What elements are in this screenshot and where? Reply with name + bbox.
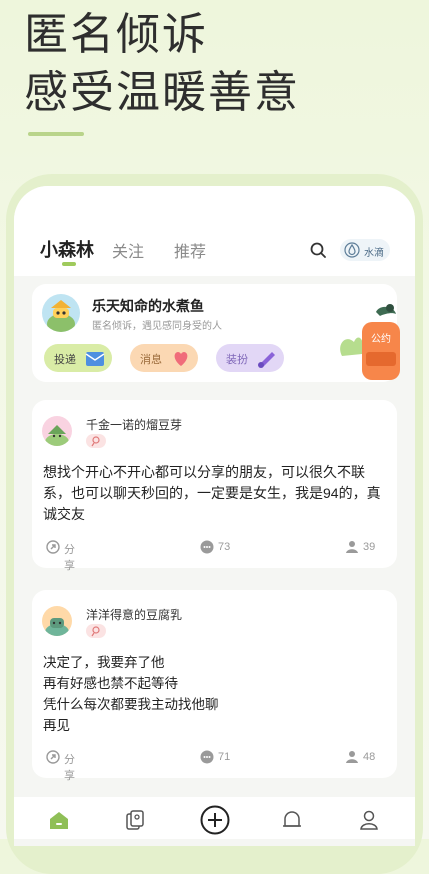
convention-mailbox[interactable]: 公约 [336, 284, 406, 384]
share-icon [46, 750, 60, 764]
comment-icon [200, 750, 214, 764]
add-icon[interactable] [200, 805, 230, 835]
water-drop-badge[interactable]: 水滴 [340, 239, 390, 261]
tab-indicator [62, 262, 76, 266]
hug-icon [346, 751, 358, 763]
avatar[interactable] [42, 416, 72, 446]
list-item[interactable]: 千金一诺的熘豆芽 想找个开心不开心都可以分享的朋友，可以很久不联系，也可以聊天秒… [32, 400, 397, 572]
post-author[interactable]: 洋洋得意的豆腐乳 [86, 606, 182, 623]
comment-icon [200, 540, 214, 554]
deliver-label: 投递 [54, 354, 76, 366]
home-icon[interactable] [48, 809, 70, 831]
comment-count: 73 [218, 541, 231, 553]
hero-line-1: 匿名倾诉 [24, 9, 208, 60]
search-icon[interactable] [310, 242, 326, 258]
dress-up-label: 装扮 [226, 354, 248, 366]
profile-icon[interactable] [358, 809, 380, 831]
list-item[interactable]: 洋洋得意的豆腐乳 决定了，我要弃了他 再有好感也禁不起等待 凭什么每次都要我主动… [32, 590, 397, 782]
hug-count: 39 [363, 541, 376, 553]
avatar[interactable] [42, 606, 72, 636]
top-nav: 小森林 关注 推荐 水滴 [14, 186, 415, 276]
post-content: 决定了，我要弃了他 再有好感也禁不起等待 凭什么每次都要我主动找他聊 再见 [43, 652, 388, 736]
app-screen: 小森林 关注 推荐 水滴 乐天知命的水煮鱼 匿名倾诉，遇见感同身受的人 投递 消… [14, 186, 415, 846]
hero-divider [28, 132, 84, 136]
profile-card: 乐天知命的水煮鱼 匿名倾诉，遇见感同身受的人 投递 消息 装扮 公约 [32, 284, 400, 382]
tab-recommend[interactable]: 推荐 [174, 238, 206, 262]
hug-icon [346, 541, 358, 553]
hug-count: 48 [363, 751, 376, 763]
badge-icon [86, 434, 106, 448]
cards-icon[interactable] [124, 809, 146, 831]
water-label: 水滴 [364, 248, 384, 259]
brush-icon [258, 352, 275, 368]
post-line: 凭什么每次都要我主动找他聊 [43, 697, 219, 712]
hero-line-2: 感受温暖善意 [24, 67, 300, 118]
deliver-button[interactable]: 投递 [44, 344, 112, 372]
share-label: 分享 [64, 754, 75, 782]
tab-follow[interactable]: 关注 [112, 238, 144, 262]
tab-forest[interactable]: 小森林 [40, 236, 94, 262]
post-line: 再有好感也禁不起等待 [43, 676, 178, 691]
post-author[interactable]: 千金一诺的熘豆芽 [86, 416, 182, 433]
avatar[interactable] [42, 294, 80, 332]
dress-up-button[interactable]: 装扮 [216, 344, 284, 372]
post-line: 再见 [43, 718, 70, 733]
post-content: 想找个开心不开心都可以分享的朋友，可以很久不联系，也可以聊天秒回的，一定要是女生… [43, 464, 381, 522]
share-label: 分享 [64, 544, 75, 572]
message-button[interactable]: 消息 [130, 344, 198, 372]
share-icon [46, 540, 60, 554]
water-drop-icon [344, 242, 360, 258]
post-line: 决定了，我要弃了他 [43, 655, 165, 670]
hero-heading: 匿名倾诉 感受温暖善意 [24, 6, 300, 122]
profile-name: 乐天知命的水煮鱼 [92, 298, 204, 314]
bottom-nav [14, 797, 415, 839]
mail-icon [85, 352, 105, 366]
badge-icon [86, 624, 106, 638]
heart-message-icon [174, 352, 188, 366]
message-label: 消息 [140, 354, 162, 366]
bell-icon[interactable] [281, 809, 303, 831]
mailbox-label: 公约 [371, 332, 391, 345]
profile-subtitle: 匿名倾诉，遇见感同身受的人 [92, 321, 222, 332]
comment-count: 71 [218, 751, 231, 763]
